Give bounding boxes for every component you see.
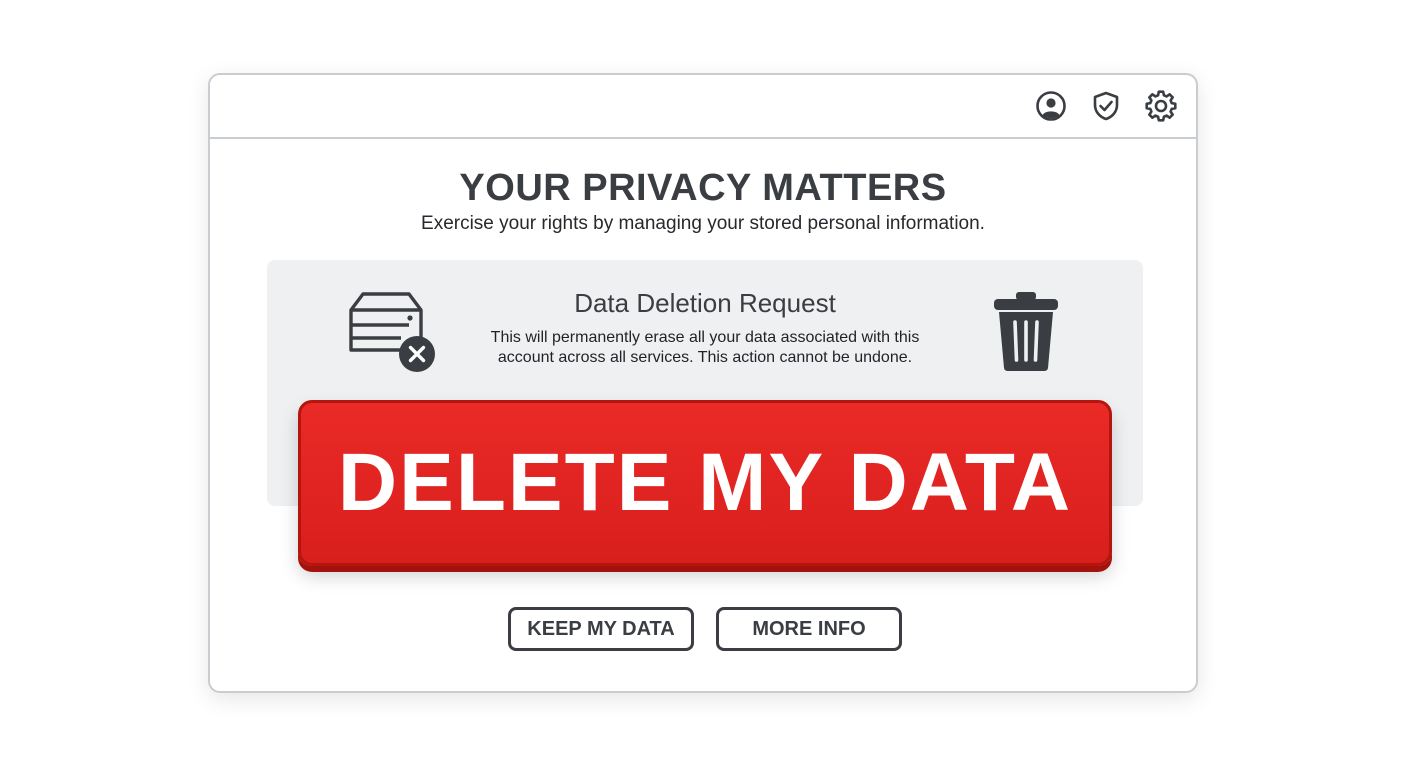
more-info-button[interactable]: MORE INFO bbox=[716, 607, 902, 651]
window-toolbar bbox=[210, 75, 1196, 139]
page-subtitle: Exercise your rights by managing your st… bbox=[421, 213, 985, 234]
delete-my-data-button[interactable]: DELETE MY DATA bbox=[298, 400, 1112, 566]
panel-description: This will permanently erase all your dat… bbox=[490, 329, 920, 366]
trash-icon bbox=[991, 290, 1061, 372]
gear-icon[interactable] bbox=[1144, 89, 1178, 123]
page-title: YOUR PRIVACY MATTERS bbox=[459, 167, 947, 209]
shield-check-icon[interactable] bbox=[1089, 89, 1123, 123]
user-icon[interactable] bbox=[1034, 89, 1068, 123]
keep-my-data-button[interactable]: KEEP MY DATA bbox=[508, 607, 694, 651]
privacy-window: YOUR PRIVACY MATTERS Exercise your right… bbox=[208, 73, 1198, 693]
